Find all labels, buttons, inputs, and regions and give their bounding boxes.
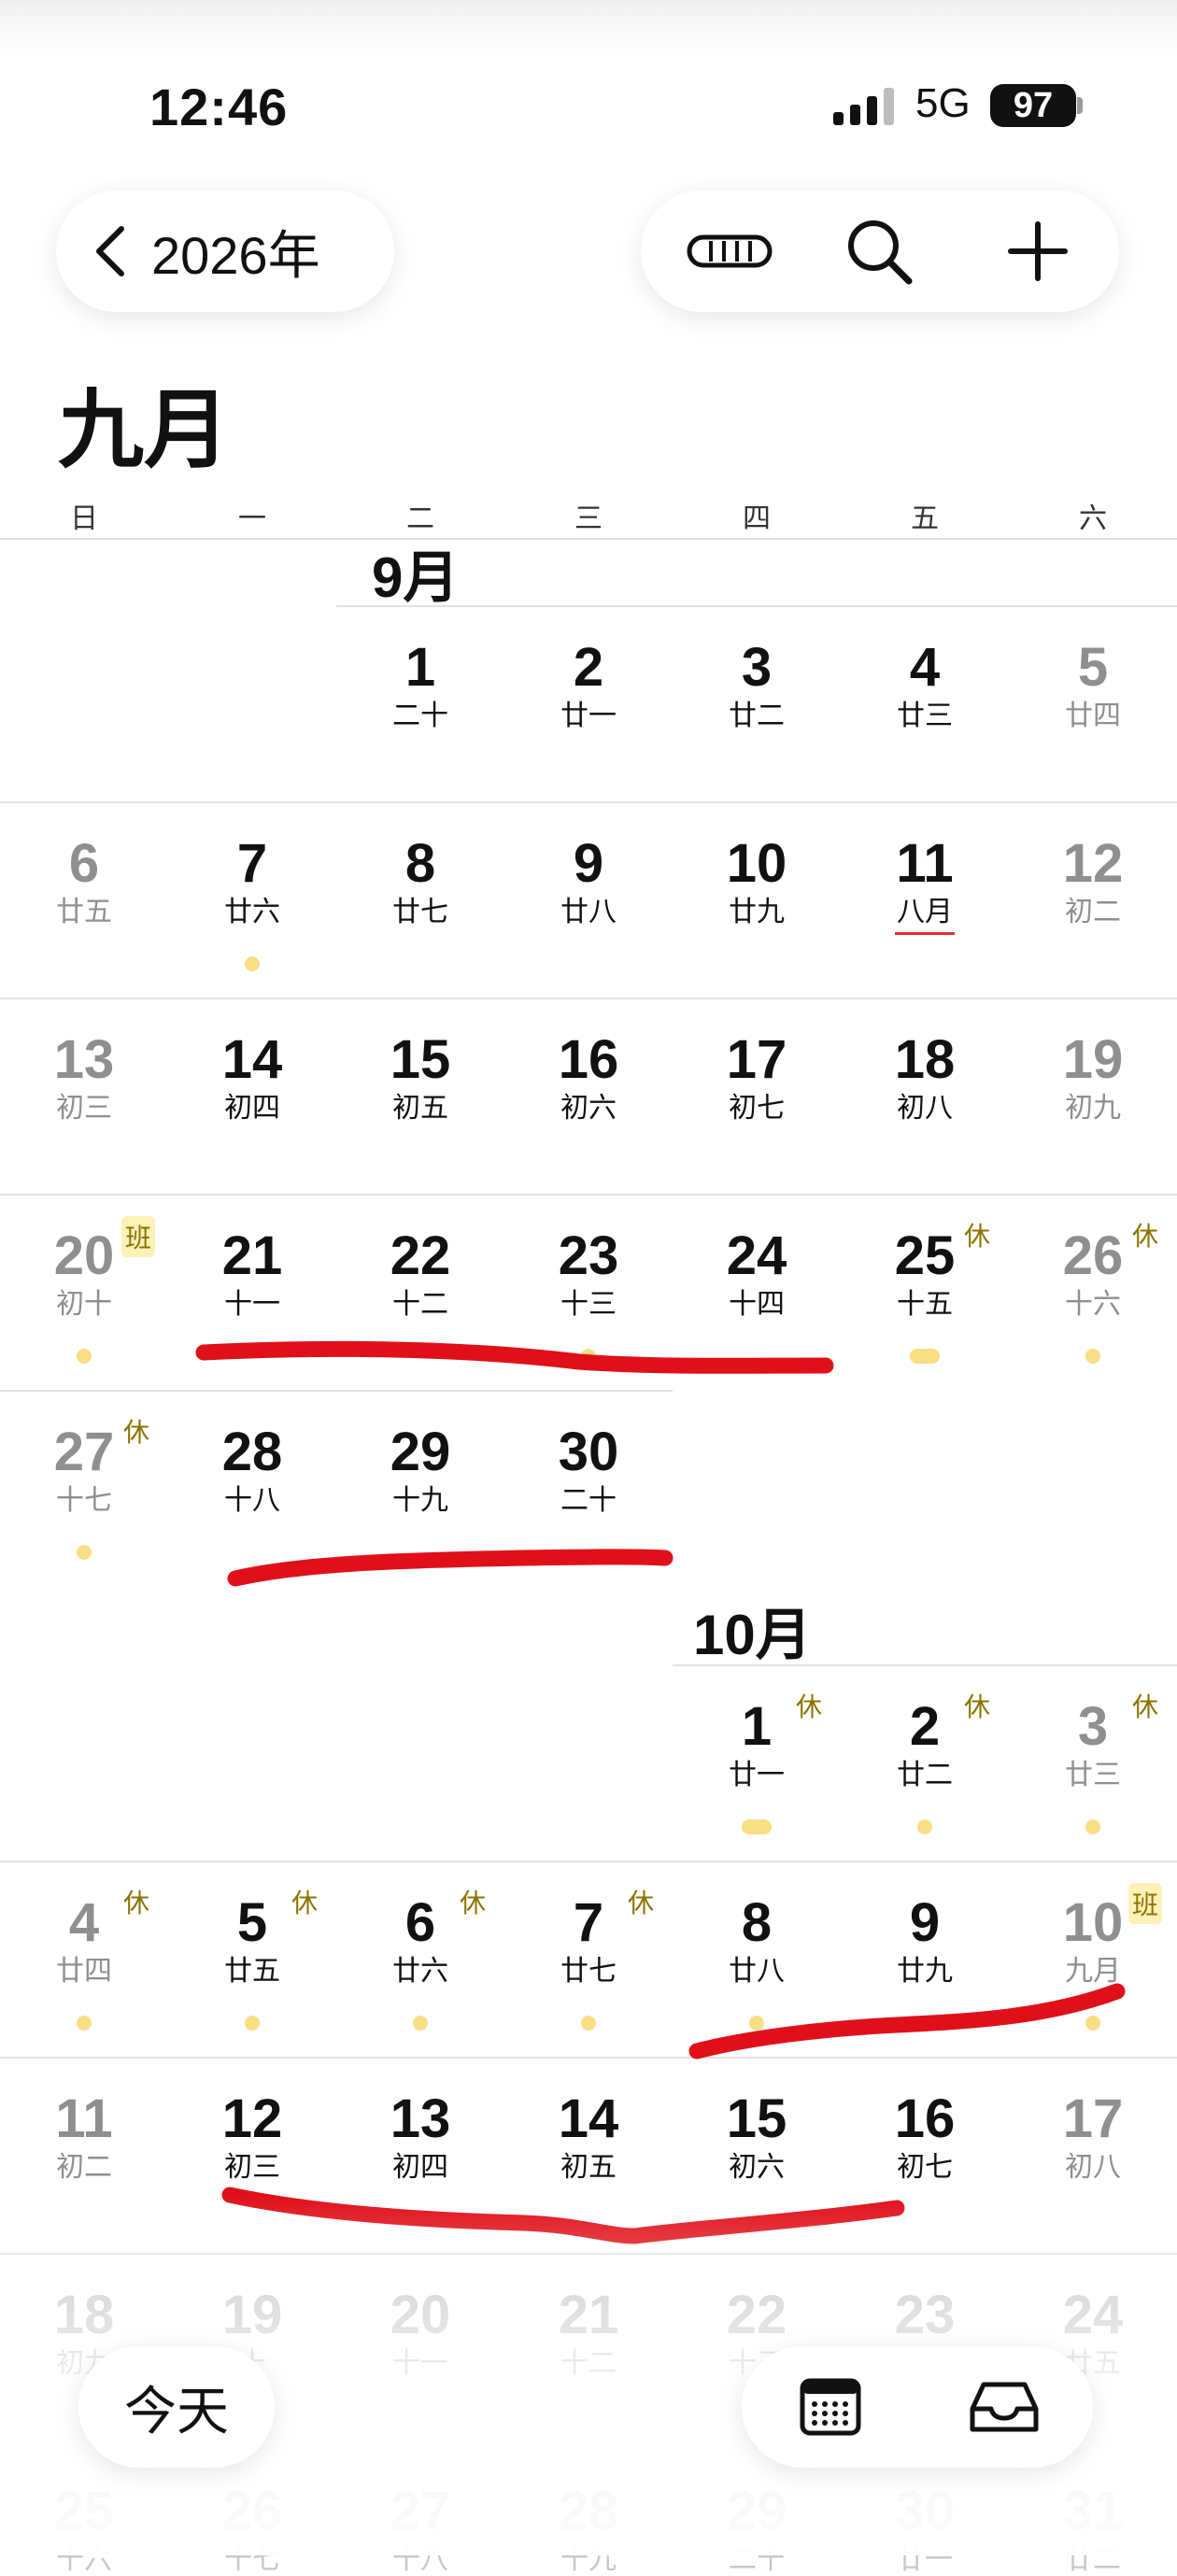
calendar-icon (800, 2378, 861, 2436)
inbox-button[interactable] (934, 2346, 1074, 2468)
today-button[interactable]: 今天 (78, 2346, 275, 2468)
inbox-icon (970, 2382, 1039, 2432)
red-annotation-strokes (195, 1340, 1126, 2244)
calendars-button[interactable] (760, 2346, 900, 2468)
bottom-actions (742, 2346, 1093, 2468)
